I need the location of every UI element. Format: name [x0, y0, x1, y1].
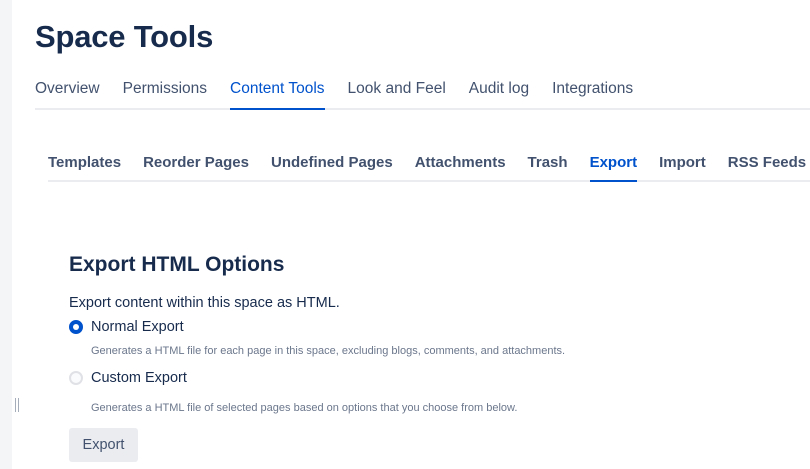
tab-overview[interactable]: Overview	[35, 70, 100, 108]
custom-export-label[interactable]: Custom Export	[91, 370, 187, 386]
normal-export-radio[interactable]	[69, 320, 83, 334]
normal-export-option[interactable]: Normal Export	[69, 319, 184, 335]
custom-export-help: Generates a HTML file of selected pages …	[91, 402, 518, 414]
tab-permissions[interactable]: Permissions	[123, 70, 207, 108]
export-button[interactable]: Export	[69, 428, 138, 462]
subtab-trash[interactable]: Trash	[528, 145, 568, 180]
normal-export-help: Generates a HTML file for each page in t…	[91, 345, 566, 357]
custom-export-option[interactable]: Custom Export	[69, 370, 187, 386]
subtab-rss-feeds[interactable]: RSS Feeds	[728, 145, 806, 180]
subtab-attachments[interactable]: Attachments	[415, 145, 506, 180]
subtab-reorder-pages[interactable]: Reorder Pages	[143, 145, 249, 180]
subtab-import[interactable]: Import	[659, 145, 706, 180]
export-description: Export content within this space as HTML…	[69, 295, 340, 311]
main-tabs: Overview Permissions Content Tools Look …	[35, 70, 810, 110]
tab-audit-log[interactable]: Audit log	[469, 70, 529, 108]
subtab-undefined-pages[interactable]: Undefined Pages	[271, 145, 393, 180]
normal-export-label[interactable]: Normal Export	[91, 319, 184, 335]
page-title: Space Tools	[35, 19, 214, 54]
subtab-export[interactable]: Export	[589, 145, 637, 182]
tab-integrations[interactable]: Integrations	[552, 70, 633, 108]
tab-content-tools[interactable]: Content Tools	[230, 70, 325, 110]
export-html-heading: Export HTML Options	[69, 253, 285, 276]
space-tools-page: Space Tools Overview Permissions Content…	[0, 0, 810, 469]
left-sidebar-strip	[0, 0, 12, 469]
content-tools-sub-tabs: Templates Reorder Pages Undefined Pages …	[48, 145, 810, 182]
tab-look-and-feel[interactable]: Look and Feel	[348, 70, 446, 108]
custom-export-radio[interactable]	[69, 371, 83, 385]
subtab-templates[interactable]: Templates	[48, 145, 121, 180]
sidebar-resize-handle-icon[interactable]	[15, 398, 19, 412]
